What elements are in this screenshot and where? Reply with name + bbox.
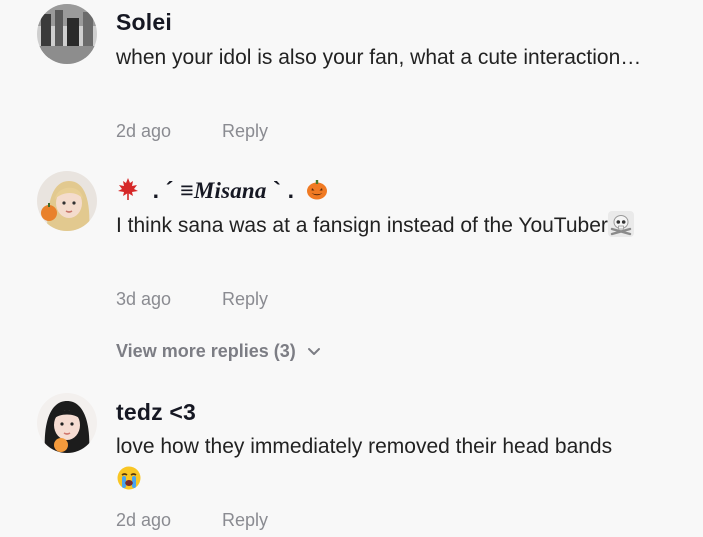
comment-meta: 2d ago Reply xyxy=(116,121,268,142)
username-prefix[interactable]: . ´ ≡ xyxy=(153,177,194,203)
skull-crossbones-icon xyxy=(607,211,634,237)
comment-meta: 3d ago Reply xyxy=(116,289,268,310)
view-more-label[interactable]: View more replies (3) xyxy=(116,341,296,361)
comment-username[interactable]: tedz <3 xyxy=(116,399,196,426)
chevron-down-icon xyxy=(306,343,322,364)
comment-timestamp: 2d ago xyxy=(116,121,172,141)
view-more-replies-button[interactable]: View more replies (3) xyxy=(116,341,322,364)
comment-text-content: love how they immediately removed their … xyxy=(116,435,613,458)
comment-text: love how they immediately removed their … xyxy=(116,430,691,496)
avatar[interactable] xyxy=(37,4,97,64)
comment-username[interactable]: . ´ ≡Misana ` . xyxy=(116,177,329,204)
comment-username[interactable]: Solei xyxy=(116,9,172,36)
comment-text: when your idol is also your fan, what a … xyxy=(116,41,691,74)
reply-button[interactable]: Reply xyxy=(222,510,268,531)
username-text[interactable]: tedz <3 xyxy=(116,399,196,425)
username-suffix[interactable]: ` . xyxy=(273,177,294,203)
avatar[interactable] xyxy=(37,393,97,453)
comment-timestamp: 2d ago xyxy=(116,510,172,530)
comment-text: I think sana was at a fansign instead of… xyxy=(116,209,691,242)
reply-button[interactable]: Reply xyxy=(222,121,268,142)
crying-face-icon xyxy=(116,465,142,491)
jack-o-lantern-icon xyxy=(305,177,329,201)
comment-text-content: I think sana was at a fansign instead of… xyxy=(116,214,608,237)
avatar[interactable] xyxy=(37,171,97,231)
username-text[interactable]: Misana xyxy=(194,178,267,203)
username-text[interactable]: Solei xyxy=(116,9,172,35)
maple-leaf-icon xyxy=(116,177,140,201)
comment-meta: 2d ago Reply xyxy=(116,510,268,531)
reply-button[interactable]: Reply xyxy=(222,289,268,310)
comment-text-content: when your idol is also your fan, what a … xyxy=(116,46,642,69)
comment-timestamp: 3d ago xyxy=(116,289,172,309)
